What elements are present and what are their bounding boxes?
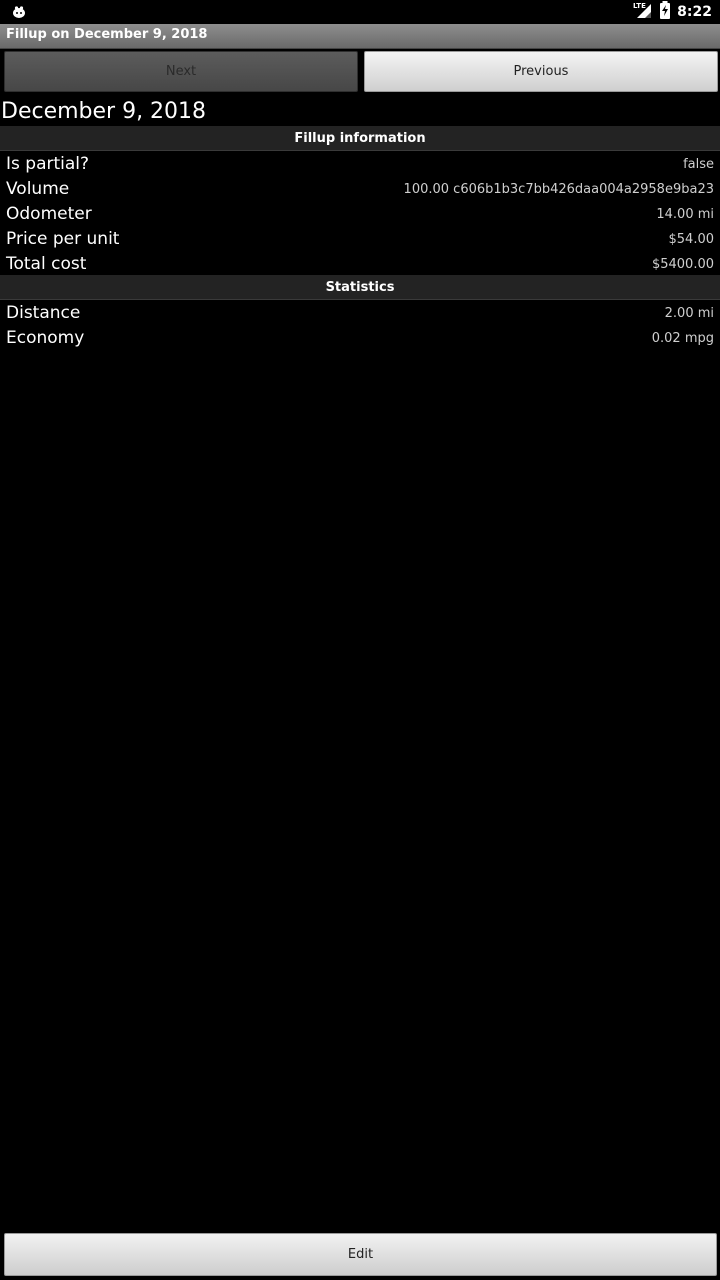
row-value: 2.00 mi <box>664 306 714 321</box>
row-distance: Distance 2.00 mi <box>0 301 720 326</box>
row-price-per-unit: Price per unit $54.00 <box>0 227 720 252</box>
screen: LTE 8:22 Fillup on December 9, 2018 Next… <box>0 0 720 1280</box>
row-economy: Economy 0.02 mpg <box>0 326 720 351</box>
row-value: $54.00 <box>668 232 715 247</box>
row-label: Price per unit <box>6 229 120 249</box>
section-header-statistics: Statistics <box>0 275 720 300</box>
page-title: Fillup on December 9, 2018 <box>6 27 208 42</box>
section-header-fillup-information: Fillup information <box>0 126 720 151</box>
row-value: 14.00 mi <box>656 207 714 222</box>
row-is-partial: Is partial? false <box>0 152 720 177</box>
status-bar: LTE 8:22 <box>0 0 720 24</box>
date-heading: December 9, 2018 <box>1 99 207 124</box>
row-label: Economy <box>6 328 85 348</box>
status-time: 8:22 <box>677 4 712 20</box>
row-label: Volume <box>6 179 70 199</box>
row-total-cost: Total cost $5400.00 <box>0 252 720 277</box>
previous-button[interactable]: Previous <box>364 51 718 92</box>
next-button[interactable]: Next <box>4 51 358 92</box>
row-label: Is partial? <box>6 154 90 174</box>
svg-text:LTE: LTE <box>633 2 646 10</box>
row-label: Total cost <box>6 254 87 274</box>
row-value: false <box>683 157 714 172</box>
edit-button[interactable]: Edit <box>4 1233 717 1276</box>
status-indicators: LTE 8:22 <box>633 0 712 24</box>
row-label: Distance <box>6 303 81 323</box>
row-volume: Volume 100.00 c606b1b3c7bb426daa004a2958… <box>0 177 720 202</box>
battery-charging-icon <box>659 1 671 23</box>
title-bar: Fillup on December 9, 2018 <box>0 24 720 49</box>
app-notification-icon <box>12 4 26 18</box>
row-odometer: Odometer 14.00 mi <box>0 202 720 227</box>
row-label: Odometer <box>6 204 92 224</box>
row-value: 0.02 mpg <box>651 331 714 346</box>
row-value: $5400.00 <box>651 257 714 272</box>
row-value: 100.00 c606b1b3c7bb426daa004a2958e9ba23 <box>403 182 714 197</box>
lte-signal-icon: LTE <box>633 1 653 23</box>
